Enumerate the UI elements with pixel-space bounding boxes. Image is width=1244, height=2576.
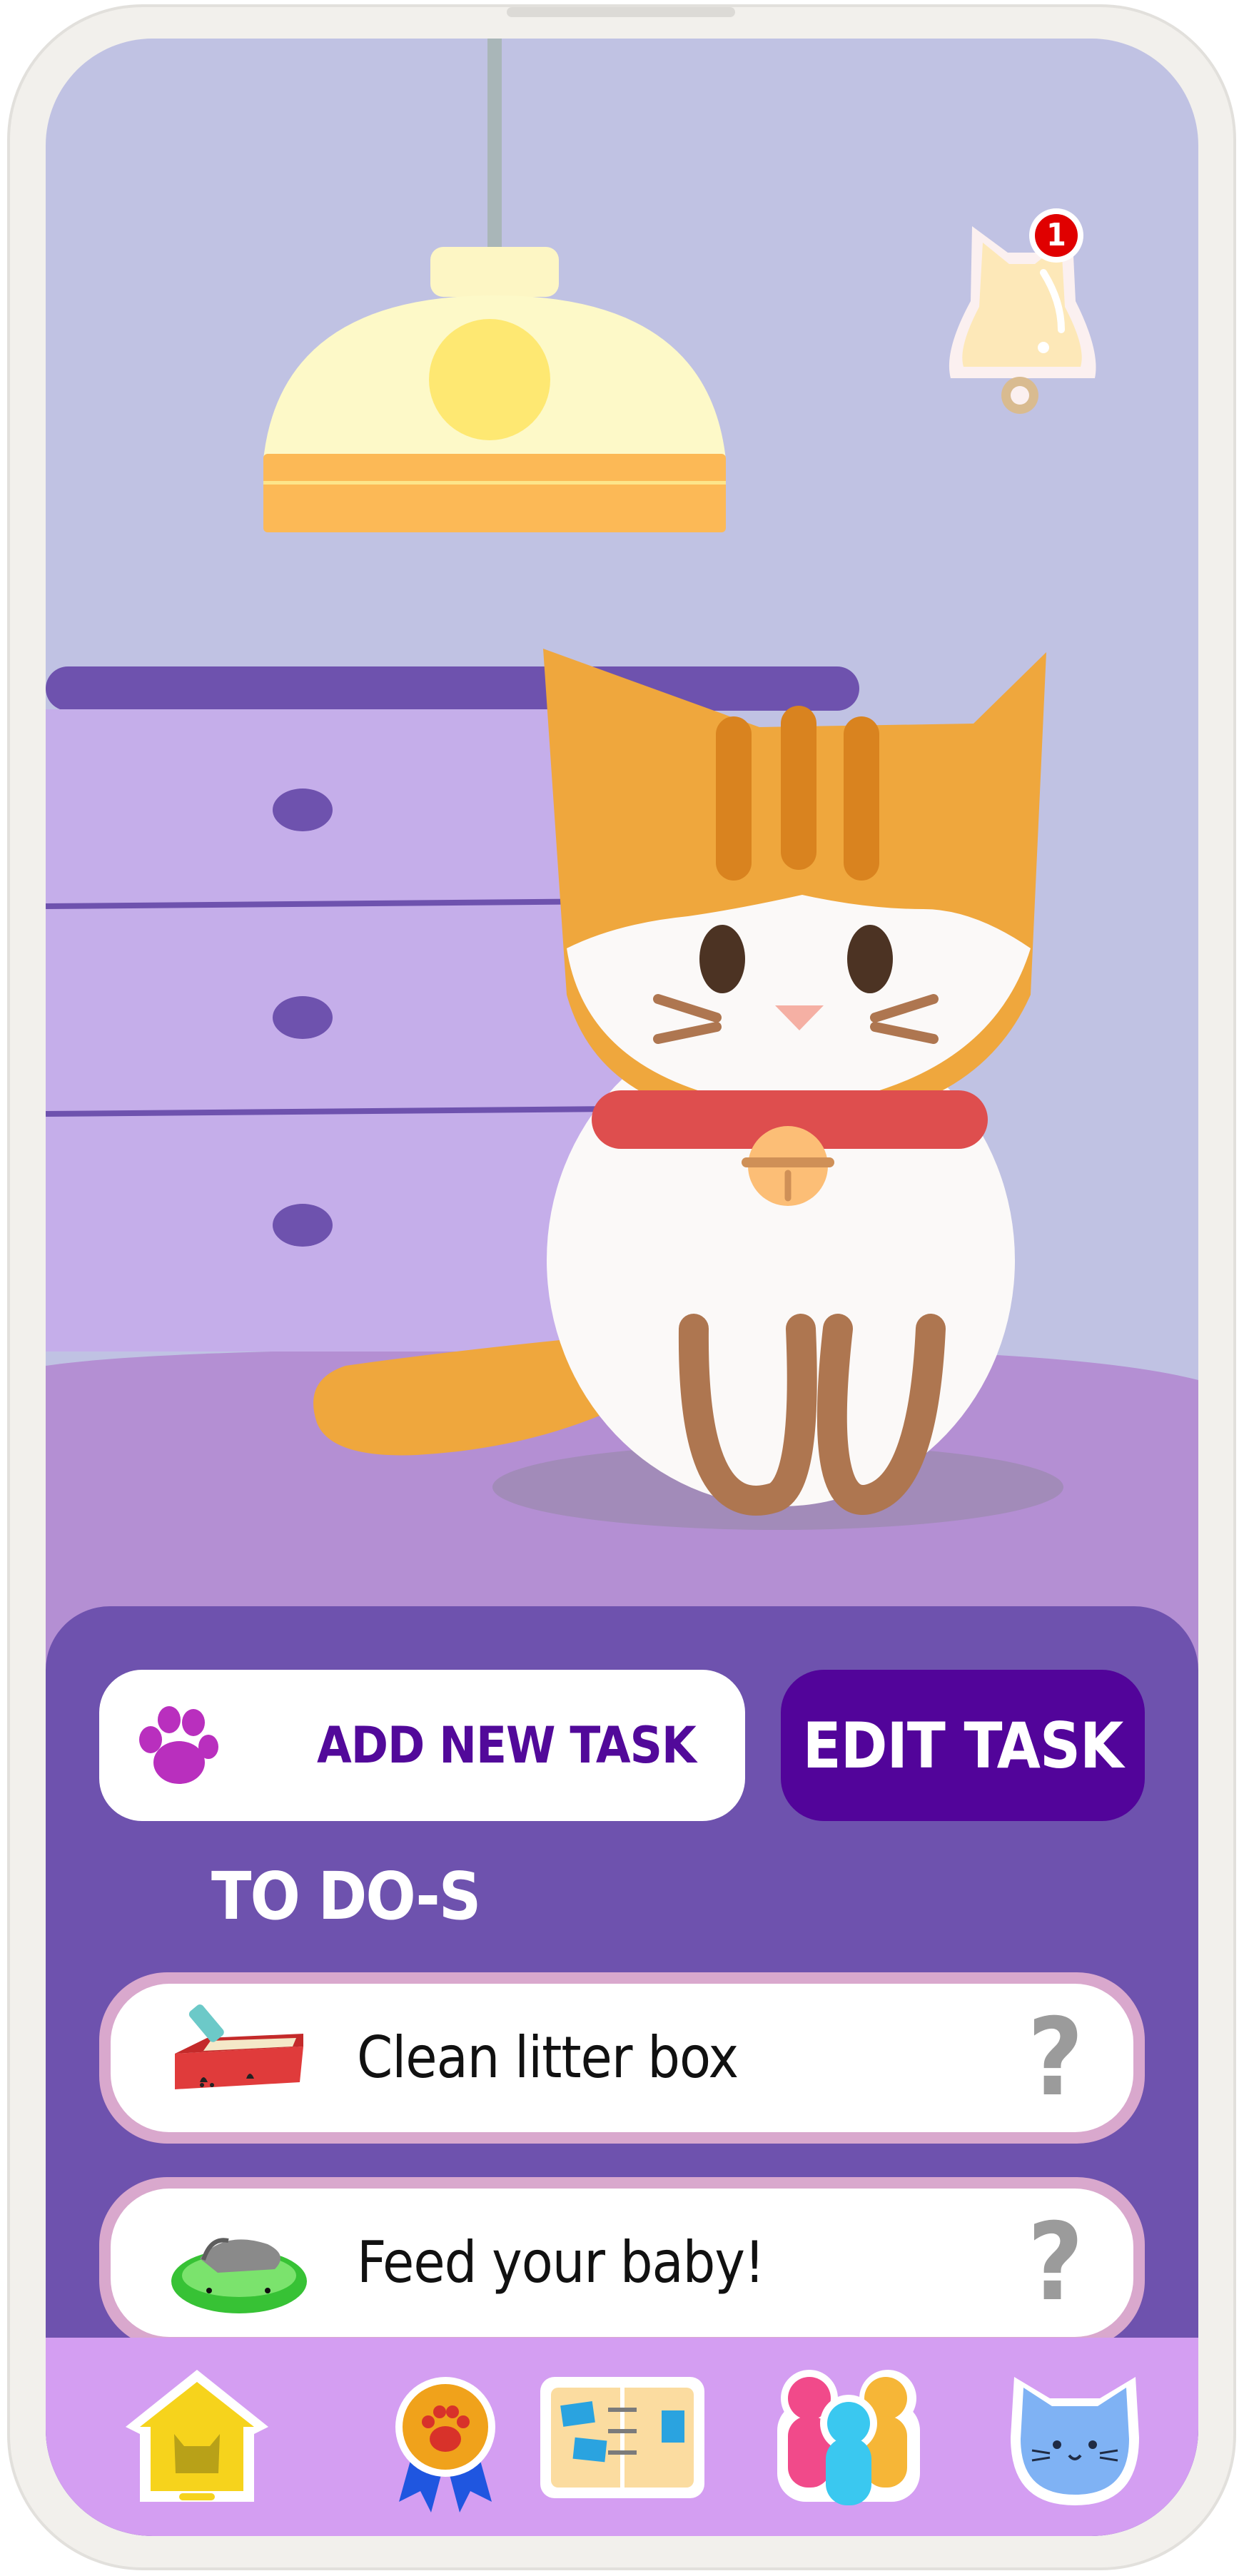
- device-speaker: [507, 7, 735, 17]
- nav-schedule-button[interactable]: [537, 2359, 708, 2516]
- ceiling-lamp: [263, 39, 726, 532]
- task-label: Feed your baby!: [357, 2229, 765, 2296]
- add-new-task-label: ADD NEW TASK: [317, 1716, 697, 1775]
- add-new-task-button[interactable]: ADD NEW TASK: [99, 1670, 745, 1821]
- nav-home-button[interactable]: [111, 2359, 283, 2516]
- drawer-knob: [273, 1204, 333, 1247]
- drawer-knob: [273, 996, 333, 1039]
- cat-profile-icon: [1011, 2377, 1139, 2505]
- nav-family-button[interactable]: [763, 2359, 934, 2516]
- schedule-board-icon: [540, 2377, 704, 2498]
- cat-eye: [699, 925, 745, 993]
- task-status-question-icon: ?: [1027, 2201, 1083, 2325]
- bottom-nav: [46, 2338, 1198, 2536]
- phone-frame: 1 ADD NEW TASK EDIT TASK TO DO-S Clean l…: [0, 0, 1244, 2576]
- notification-badge: 1: [1029, 208, 1083, 263]
- app-screen: 1 ADD NEW TASK EDIT TASK TO DO-S Clean l…: [46, 39, 1198, 2536]
- paw-medal-icon: [395, 2377, 495, 2512]
- task-item-feed-your-baby[interactable]: Feed your baby! ?: [99, 2177, 1145, 2348]
- family-icon: [777, 2370, 920, 2505]
- notification-bell-button[interactable]: 1: [929, 208, 1108, 430]
- notification-count: 1: [1035, 214, 1078, 257]
- task-item-clean-litter-box[interactable]: Clean litter box ?: [99, 1972, 1145, 2144]
- cat-house-icon: [126, 2370, 268, 2502]
- paw-icon: [135, 1704, 219, 1788]
- drawer-knob: [273, 788, 333, 831]
- cat-eye: [847, 925, 893, 993]
- task-status-question-icon: ?: [1027, 1996, 1083, 2120]
- edit-task-button[interactable]: EDIT TASK: [781, 1670, 1145, 1821]
- nav-profile-button[interactable]: [989, 2359, 1160, 2516]
- cat-head: [543, 649, 1046, 1123]
- todo-heading: TO DO-S: [211, 1858, 481, 1934]
- food-bowl-icon: [171, 2238, 307, 2313]
- nav-achievements-button[interactable]: [360, 2359, 531, 2516]
- task-label: Clean litter box: [357, 2024, 739, 2091]
- litter-box-icon: [175, 2004, 303, 2089]
